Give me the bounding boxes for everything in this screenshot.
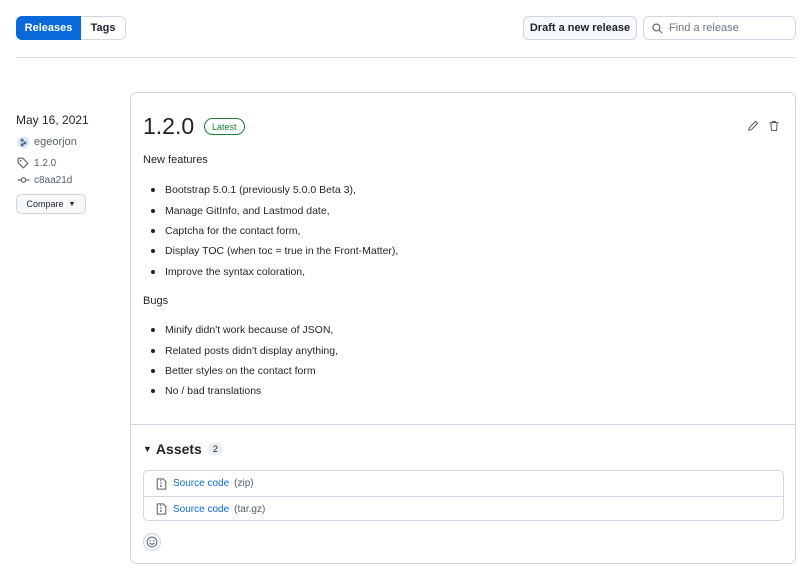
commit-sha: c8aa21d: [34, 174, 73, 186]
tab-tags[interactable]: Tags: [81, 16, 126, 40]
author-name: egeorjon: [34, 136, 77, 148]
latest-badge: Latest: [204, 118, 245, 135]
section-heading-bugs: Bugs: [143, 295, 169, 307]
asset-link[interactable]: Source code: [173, 478, 229, 489]
list-item: Better styles on the contact form: [165, 361, 338, 381]
add-reaction-button[interactable]: [143, 533, 161, 551]
release-date: May 16, 2021: [16, 113, 89, 127]
asset-ext: (zip): [234, 478, 254, 489]
release-tabs: Releases Tags: [16, 16, 126, 40]
assets-label: Assets: [155, 441, 202, 457]
file-zip-icon: [156, 477, 167, 490]
release-tag[interactable]: 1.2.0: [16, 156, 56, 170]
trash-icon[interactable]: [768, 120, 780, 132]
assets-toggle[interactable]: ▼ Assets 2: [143, 441, 223, 457]
draft-new-release-button[interactable]: Draft a new release: [523, 16, 637, 40]
list-item: No / bad translations: [165, 381, 338, 401]
file-zip-icon: [156, 503, 167, 515]
avatar: [16, 135, 30, 149]
list-item: Bootstrap 5.0.1 (previously 5.0.0 Beta 3…: [165, 180, 398, 200]
pencil-icon[interactable]: [747, 120, 759, 132]
triangle-down-icon: ▼: [143, 444, 152, 454]
asset-row[interactable]: Source code (tar.gz): [144, 496, 783, 521]
list-item: Captcha for the contact form,: [165, 221, 398, 241]
asset-ext: (tar.gz): [234, 503, 266, 515]
compare-button[interactable]: Compare ▼: [16, 194, 86, 214]
list-item: Minify didn't work because of JSON,: [165, 320, 338, 340]
release-title[interactable]: 1.2.0: [143, 113, 194, 140]
list-item: Improve the syntax coloration,: [165, 262, 398, 282]
header-divider: [16, 57, 796, 58]
search-box: [643, 16, 796, 40]
release-commit[interactable]: c8aa21d: [16, 173, 72, 187]
assets-count-badge: 2: [207, 443, 223, 455]
section-heading-features: New features: [143, 154, 208, 166]
assets-divider: [131, 424, 795, 425]
commit-icon: [16, 173, 30, 187]
smiley-icon: [146, 536, 158, 548]
release-card: 1.2.0 Latest New features Bootstrap 5.0.…: [130, 92, 796, 564]
compare-label: Compare: [26, 199, 64, 209]
tag-icon: [16, 156, 30, 170]
chevron-down-icon: ▼: [68, 200, 76, 208]
list-item: Display TOC (when toc = true in the Fron…: [165, 241, 398, 261]
list-item: Manage GitInfo, and Lastmod date,: [165, 200, 398, 220]
bugs-list: Minify didn't work because of JSON, Rela…: [165, 320, 338, 402]
tab-releases[interactable]: Releases: [16, 16, 81, 40]
tag-name: 1.2.0: [34, 157, 57, 169]
search-icon: [652, 22, 663, 34]
search-input[interactable]: [669, 22, 789, 34]
asset-link[interactable]: Source code: [173, 504, 229, 515]
release-author[interactable]: egeorjon: [16, 135, 77, 149]
features-list: Bootstrap 5.0.1 (previously 5.0.0 Beta 3…: [165, 180, 398, 282]
list-item: Related posts didn't display anything,: [165, 340, 338, 360]
asset-row[interactable]: Source code (zip): [144, 471, 783, 496]
assets-list: Source code (zip) Source code (tar.gz): [143, 470, 784, 521]
